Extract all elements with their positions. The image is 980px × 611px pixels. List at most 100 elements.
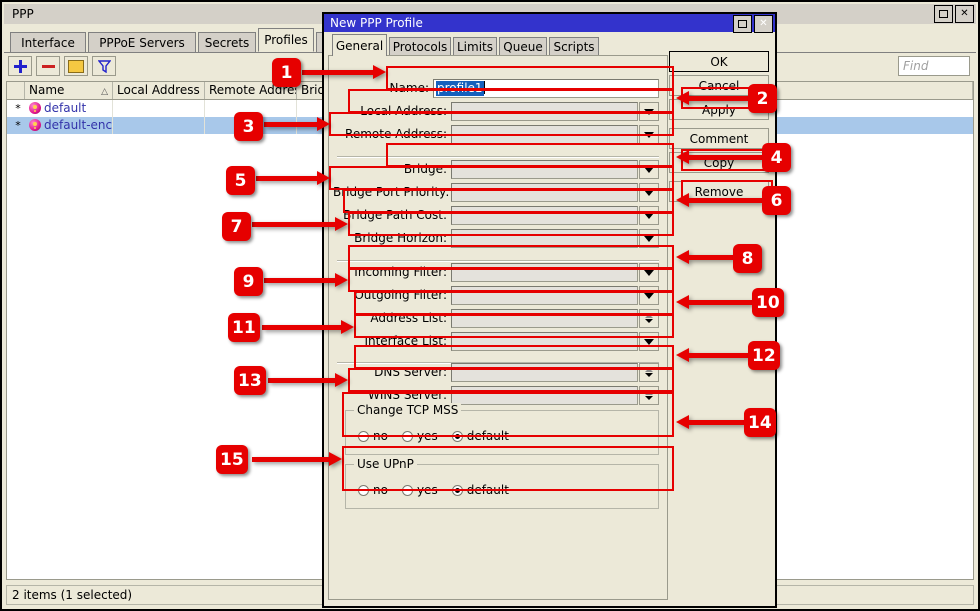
bridge-horizon-input[interactable] — [451, 229, 638, 248]
spinner-icon[interactable] — [639, 386, 659, 405]
annotation-badge-8: 8 — [733, 244, 762, 273]
incoming-filter-field-row: Incoming Filter: — [347, 263, 659, 282]
chevron-down-icon[interactable] — [639, 332, 659, 351]
tab-limits[interactable]: Limits — [453, 37, 497, 56]
tab-secrets[interactable]: Secrets — [198, 32, 256, 52]
annotation-badge-3: 3 — [234, 112, 263, 141]
tab-profiles[interactable]: Profiles — [258, 28, 314, 52]
radio-change-tcp-mss-yes[interactable]: yes — [401, 429, 438, 443]
dialog-sys-buttons: ✕ — [733, 15, 773, 33]
bridge-input[interactable] — [451, 160, 638, 179]
radio-change-tcp-mss-no[interactable]: no — [358, 429, 388, 443]
find-placeholder: Find — [903, 59, 929, 73]
address-list-input[interactable] — [451, 309, 638, 328]
annotation-badge-7: 7 — [222, 212, 251, 241]
tab-general[interactable]: General — [332, 34, 387, 56]
dialog-titlebar: New PPP Profile ✕ — [324, 14, 775, 33]
chevron-down-icon[interactable] — [639, 206, 659, 225]
tab-interface[interactable]: Interface — [10, 32, 86, 52]
row-name: default-encr... — [25, 117, 113, 134]
chevron-down-icon[interactable] — [639, 286, 659, 305]
annotation-badge-4: 4 — [762, 143, 791, 172]
use-upnp-group: Use UPnP no yes default — [345, 457, 659, 509]
chevron-down-icon[interactable] — [639, 125, 659, 144]
use-upnp-options: no yes default — [358, 483, 509, 497]
maximize-icon[interactable] — [733, 15, 752, 33]
row-flag: * — [15, 119, 21, 132]
dns-server-field-row: DNS Server: — [353, 363, 659, 382]
use-upnp-label: Use UPnP — [354, 457, 417, 471]
address-list-field-row: Address List: — [353, 309, 659, 328]
annotation-arrow-3 — [264, 117, 330, 131]
name-input[interactable]: profile1 — [433, 79, 659, 98]
close-icon[interactable]: ✕ — [955, 5, 974, 23]
chevron-down-icon[interactable] — [639, 102, 659, 121]
annotation-arrow-9 — [264, 273, 348, 287]
annotation-badge-9: 9 — [234, 267, 263, 296]
remote-address-input[interactable] — [451, 125, 638, 144]
dns-server-input[interactable] — [451, 363, 638, 382]
bridge-path-cost-input[interactable] — [451, 206, 638, 225]
divider — [337, 156, 659, 158]
chevron-down-icon[interactable] — [639, 229, 659, 248]
annotation-arrow-13 — [268, 373, 348, 387]
chevron-down-icon[interactable] — [639, 183, 659, 202]
maximize-icon[interactable] — [934, 5, 953, 23]
radio-change-tcp-mss-default[interactable]: default — [451, 429, 509, 443]
spinner-icon[interactable] — [639, 309, 659, 328]
find-input[interactable]: Find — [898, 56, 970, 76]
tab-protocols[interactable]: Protocols — [389, 37, 451, 56]
dns-server-label: DNS Server: — [374, 365, 447, 379]
annotation-arrow-1 — [302, 65, 386, 79]
annotation-arrow-8 — [676, 250, 733, 264]
tab-queue[interactable]: Queue — [499, 37, 547, 56]
status-text: 2 items (1 selected) — [12, 588, 133, 602]
chevron-down-icon[interactable] — [639, 263, 659, 282]
radio-use-upnp-no[interactable]: no — [358, 483, 388, 497]
ppp-window-sys-buttons: ✕ — [934, 5, 974, 23]
annotation-arrow-4 — [676, 150, 762, 164]
outgoing-filter-input[interactable] — [451, 286, 638, 305]
annotation-badge-6: 6 — [762, 186, 791, 215]
tab-scripts[interactable]: Scripts — [549, 37, 599, 56]
sort-ascending-icon: △ — [101, 87, 108, 97]
local-address-input[interactable] — [451, 102, 638, 121]
ppp-window-title: PPP — [12, 7, 34, 21]
name-field-row: Name: profile1 — [387, 79, 659, 98]
plus-icon — [13, 59, 27, 73]
spinner-icon[interactable] — [639, 363, 659, 382]
filter-button[interactable] — [92, 56, 116, 76]
add-button[interactable] — [8, 56, 32, 76]
local-address-label: Local Address: — [360, 104, 447, 118]
annotation-badge-2: 2 — [748, 84, 777, 113]
change-tcp-mss-group: Change TCP MSS no yes default — [345, 403, 659, 455]
column-flag[interactable] — [7, 82, 25, 99]
column-local-address[interactable]: Local Address — [113, 82, 205, 99]
remove-button[interactable] — [36, 56, 60, 76]
incoming-filter-input[interactable] — [451, 263, 638, 282]
annotation-badge-13: 13 — [234, 366, 266, 395]
ok-button[interactable]: OK — [669, 51, 769, 72]
annotation-badge-14: 14 — [744, 408, 776, 437]
chevron-down-icon[interactable] — [639, 160, 659, 179]
column-name[interactable]: Name △ — [25, 82, 113, 99]
screenshot-root: PPP ✕ Interface PPPoE Servers Secrets Pr… — [0, 0, 980, 611]
radio-use-upnp-default[interactable]: default — [451, 483, 509, 497]
comment-button[interactable]: Comment — [669, 128, 769, 149]
minus-icon — [41, 64, 55, 68]
outgoing-filter-field-row: Outgoing Filter: — [347, 286, 659, 305]
radio-use-upnp-yes[interactable]: yes — [401, 483, 438, 497]
enable-disable-button[interactable] — [64, 56, 88, 76]
bridge-port-priority-input[interactable] — [451, 183, 638, 202]
dialog-button-column: OK Cancel Apply Comment Copy Remove — [669, 51, 769, 205]
close-icon[interactable]: ✕ — [754, 15, 773, 33]
interface-list-field-row: Interface List: — [353, 332, 659, 351]
annotation-arrow-15 — [252, 452, 342, 466]
annotation-badge-1: 1 — [272, 58, 301, 87]
funnel-icon — [97, 59, 111, 73]
dialog-tabstrip: General Protocols Limits Queue Scripts — [328, 34, 655, 56]
outgoing-filter-label: Outgoing Filter: — [354, 288, 447, 302]
tab-pppoe-servers[interactable]: PPPoE Servers — [88, 32, 196, 52]
interface-list-input[interactable] — [451, 332, 638, 351]
wins-server-input[interactable] — [451, 386, 638, 405]
